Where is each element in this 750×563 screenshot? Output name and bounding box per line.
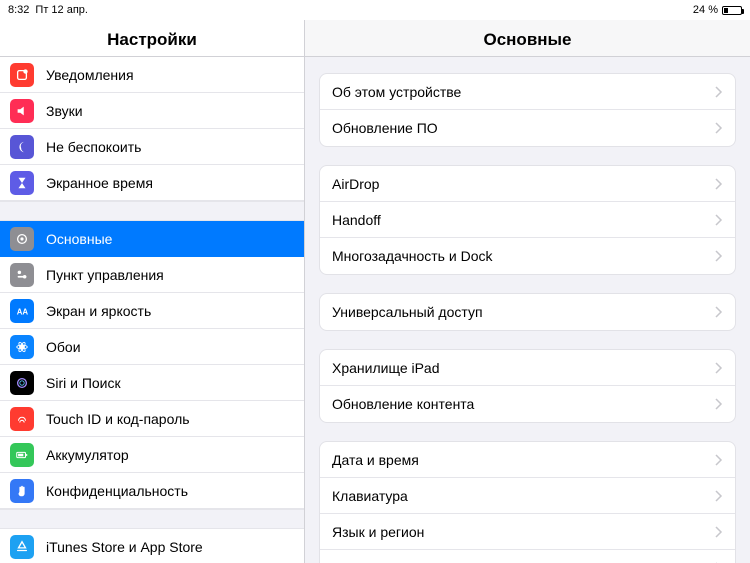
row-label: Хранилище iPad (332, 360, 440, 376)
settings-group: Об этом устройстве Обновление ПО (319, 73, 736, 147)
settings-group: Универсальный доступ (319, 293, 736, 331)
status-bar: 8:32 Пт 12 апр. 24 % (0, 0, 750, 20)
settings-group: AirDrop Handoff Многозадачность и Dock (319, 165, 736, 275)
row-label: Язык и регион (332, 524, 424, 540)
battery-icon (722, 6, 742, 15)
display-icon: AA (10, 299, 34, 323)
hourglass-icon (10, 171, 34, 195)
sidebar-item-wallpaper[interactable]: Обои (0, 329, 304, 365)
main-title: Основные (305, 20, 750, 57)
sidebar-item-notifications[interactable]: Уведомления (0, 57, 304, 93)
sidebar-group-separator (0, 201, 304, 221)
chevron-right-icon (715, 454, 723, 466)
settings-group: Дата и время Клавиатура Язык и регион Сл… (319, 441, 736, 563)
sidebar-item-screentime[interactable]: Экранное время (0, 165, 304, 201)
moon-icon (10, 135, 34, 159)
sidebar-item-label: Экран и яркость (46, 303, 151, 319)
chevron-right-icon (715, 490, 723, 502)
sidebar-item-appstore[interactable]: iTunes Store и App Store (0, 529, 304, 563)
sidebar-item-label: Уведомления (46, 67, 134, 83)
sidebar-item-general[interactable]: Основные (0, 221, 304, 257)
chevron-right-icon (715, 250, 723, 262)
sidebar-item-touchid[interactable]: Touch ID и код-пароль (0, 401, 304, 437)
battery-settings-icon (10, 443, 34, 467)
chevron-right-icon (715, 122, 723, 134)
sidebar-item-label: Аккумулятор (46, 447, 129, 463)
main-panel: Основные Об этом устройстве Обновление П… (305, 20, 750, 563)
row-multitasking[interactable]: Многозадачность и Dock (320, 238, 735, 274)
sidebar-item-privacy[interactable]: Конфиденциальность (0, 473, 304, 509)
chevron-right-icon (715, 178, 723, 190)
appstore-icon (10, 535, 34, 559)
sidebar-item-label: Пункт управления (46, 267, 164, 283)
sidebar-item-siri[interactable]: Siri и Поиск (0, 365, 304, 401)
sidebar-item-label: Конфиденциальность (46, 483, 188, 499)
notifications-icon (10, 63, 34, 87)
sidebar-item-label: Siri и Поиск (46, 375, 121, 391)
row-label: Дата и время (332, 452, 419, 468)
svg-text:AA: AA (17, 307, 29, 316)
sidebar-item-label: Звуки (46, 103, 83, 119)
sidebar-item-label: Обои (46, 339, 81, 355)
hand-icon (10, 479, 34, 503)
fingerprint-icon (10, 407, 34, 431)
sidebar-item-label: iTunes Store и App Store (46, 539, 203, 555)
row-date-time[interactable]: Дата и время (320, 442, 735, 478)
status-date: Пт 12 апр. (35, 4, 88, 16)
sidebar-item-label: Экранное время (46, 175, 153, 191)
sidebar-item-dnd[interactable]: Не беспокоить (0, 129, 304, 165)
chevron-right-icon (715, 306, 723, 318)
sidebar-item-control-center[interactable]: Пункт управления (0, 257, 304, 293)
sidebar-group-separator (0, 509, 304, 529)
sidebar-item-display[interactable]: AA Экран и яркость (0, 293, 304, 329)
sidebar-item-sounds[interactable]: Звуки (0, 93, 304, 129)
row-keyboard[interactable]: Клавиатура (320, 478, 735, 514)
row-language-region[interactable]: Язык и регион (320, 514, 735, 550)
row-handoff[interactable]: Handoff (320, 202, 735, 238)
sidebar-item-label: Touch ID и код-пароль (46, 411, 190, 427)
row-label: Многозадачность и Dock (332, 248, 492, 264)
row-label: Клавиатура (332, 488, 408, 504)
sidebar-item-battery[interactable]: Аккумулятор (0, 437, 304, 473)
sidebar-list[interactable]: Уведомления Звуки Не беспокоить Экранное… (0, 57, 304, 563)
main-scroll[interactable]: Об этом устройстве Обновление ПО AirDrop… (305, 57, 750, 563)
chevron-right-icon (715, 86, 723, 98)
settings-sidebar: Настройки Уведомления Звуки Не беспокоит… (0, 20, 305, 563)
switches-icon (10, 263, 34, 287)
settings-group: Хранилище iPad Обновление контента (319, 349, 736, 423)
row-dictionary[interactable]: Словарь (320, 550, 735, 563)
row-label: Обновление ПО (332, 120, 438, 136)
row-label: AirDrop (332, 176, 379, 192)
row-label: Универсальный доступ (332, 304, 483, 320)
chevron-right-icon (715, 214, 723, 226)
status-time: 8:32 (8, 4, 29, 16)
chevron-right-icon (715, 362, 723, 374)
sidebar-item-label: Не беспокоить (46, 139, 141, 155)
row-label: Об этом устройстве (332, 84, 461, 100)
row-label: Обновление контента (332, 396, 474, 412)
wallpaper-icon (10, 335, 34, 359)
row-storage[interactable]: Хранилище iPad (320, 350, 735, 386)
row-software-update[interactable]: Обновление ПО (320, 110, 735, 146)
battery-pct: 24 % (693, 4, 718, 16)
row-about[interactable]: Об этом устройстве (320, 74, 735, 110)
sidebar-item-label: Основные (46, 231, 112, 247)
sidebar-title: Настройки (0, 20, 304, 57)
row-label: Handoff (332, 212, 381, 228)
row-airdrop[interactable]: AirDrop (320, 166, 735, 202)
chevron-right-icon (715, 398, 723, 410)
row-accessibility[interactable]: Универсальный доступ (320, 294, 735, 330)
row-background-refresh[interactable]: Обновление контента (320, 386, 735, 422)
chevron-right-icon (715, 526, 723, 538)
sounds-icon (10, 99, 34, 123)
gear-icon (10, 227, 34, 251)
siri-icon (10, 371, 34, 395)
